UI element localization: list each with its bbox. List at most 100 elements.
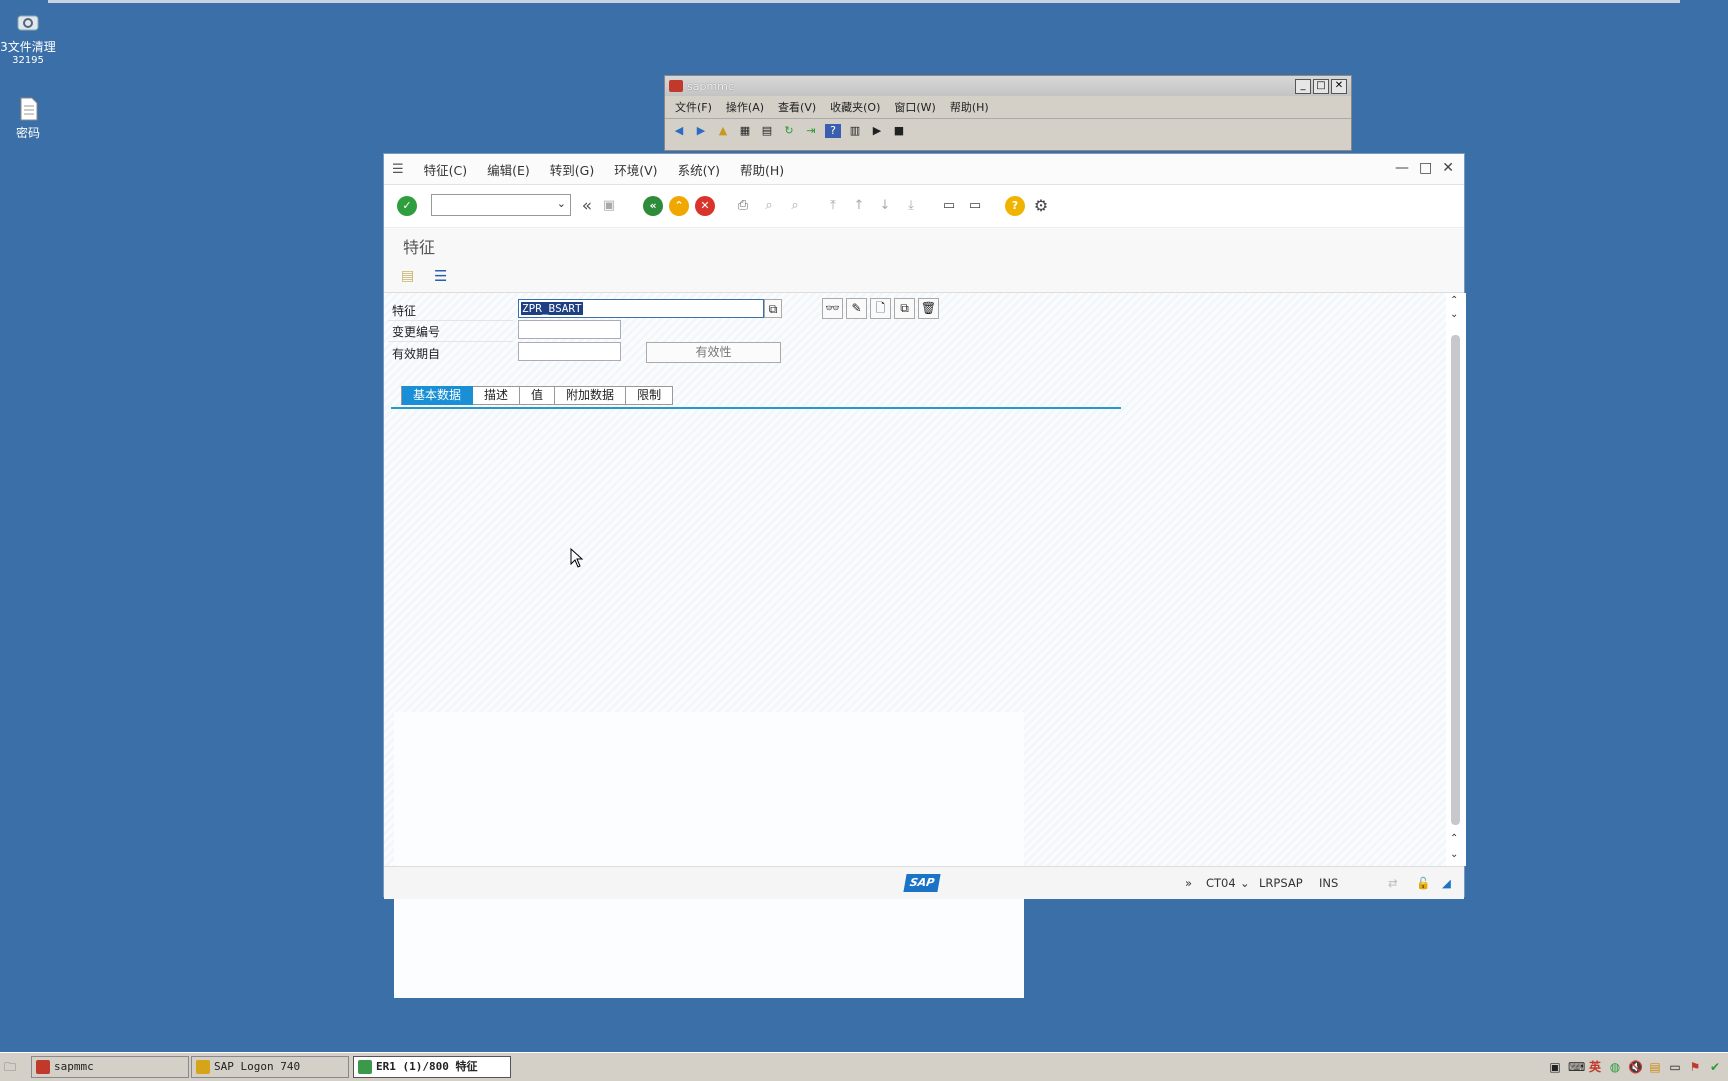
last-page-icon[interactable]: ⤓ [901,196,921,216]
sap-gui-window: ☰ 特征(C) 编辑(E) 转到(G) 环境(V) 系统(Y) 帮助(H) — … [383,153,1466,998]
cancel-icon[interactable]: ✕ [695,196,715,216]
close-icon[interactable]: ✕ [1331,78,1347,94]
menu-characteristic[interactable]: 特征(C) [424,160,467,179]
class-hierarchy-icon[interactable]: ☰ [434,267,447,285]
console-tree-icon[interactable]: ▦ [737,124,753,138]
find-next-icon[interactable]: ⌕ [785,196,805,216]
command-field[interactable]: ⌄ [431,194,571,216]
sap-session-icon [358,1060,372,1074]
status-expand[interactable]: » [1185,876,1192,890]
mmc-menu-help[interactable]: 帮助(H) [950,99,989,115]
scroll-down-icon[interactable]: ⌄ [1450,309,1458,320]
export-icon[interactable]: ⇥ [803,124,819,138]
forward-arrow-icon[interactable]: ▶ [693,124,709,138]
chevron-down-icon[interactable]: ⌄ [557,197,566,210]
create-document-icon[interactable]: 🗋 [870,298,891,319]
valid-from-input[interactable] [518,342,621,361]
back-icon[interactable]: « [643,196,663,216]
shortcut-icon[interactable]: ▭ [965,196,985,216]
desktop-icon-password[interactable]: 密码 [0,96,56,141]
print-icon[interactable]: ⎙ [733,196,753,216]
characteristic-input[interactable]: ZPR_BSART [518,299,764,318]
status-tcode[interactable]: CT04 [1206,876,1236,890]
taskbar-sapmmc[interactable]: sapmmc [31,1056,189,1078]
scrollbar-thumb[interactable] [1451,335,1460,825]
menu-goto[interactable]: 转到(G) [550,160,594,179]
value-help-icon[interactable]: ⧉ [764,299,782,318]
update-icon[interactable]: ▤ [1648,1060,1662,1074]
tab-values[interactable]: 值 [520,386,556,405]
vertical-scrollbar[interactable]: ⌃ ⌄ ⌃ ⌄ [1446,293,1466,866]
menu-environment[interactable]: 环境(V) [614,160,657,179]
next-page-icon[interactable]: ↓ [875,196,895,216]
desktop-icon-label: 密码 [15,126,40,140]
mmc-menu-file[interactable]: 文件(F) [675,99,712,115]
menu-toggle-icon[interactable]: ☰ [392,162,404,177]
change-number-input[interactable] [518,320,621,339]
back-arrow-icon[interactable]: ◀ [671,124,687,138]
security-icon[interactable]: ◍ [1608,1060,1622,1074]
mmc-menu-favorites[interactable]: 收藏夹(O) [830,99,880,115]
edit-pencil-icon[interactable]: ✎ [846,298,867,319]
help-book-icon[interactable]: ? [825,124,841,138]
delete-trash-icon[interactable]: 🗑 [918,298,939,319]
menu-edit[interactable]: 编辑(E) [487,160,530,179]
tab-restrictions[interactable]: 限制 [626,386,674,405]
maximize-icon[interactable]: □ [1419,160,1432,176]
chevron-down-icon[interactable]: ⌄ [1240,876,1250,890]
scroll-up-icon[interactable]: ⌃ [1450,833,1458,844]
up-folder-icon[interactable]: ▲ [715,124,731,138]
gear-icon[interactable]: ⚙ [1031,196,1051,216]
sapmmc-titlebar[interactable]: sapmmc _ □ ✕ [665,76,1351,96]
close-icon[interactable]: ✕ [1442,160,1454,176]
application-toolbar: ▤ ☰ [384,260,1464,293]
copy-icon[interactable]: ⧉ [894,298,915,319]
mmc-menu-action[interactable]: 操作(A) [726,99,764,115]
row-divider [388,341,513,342]
taskbar-sap-logon[interactable]: SAP Logon 740 [191,1056,349,1078]
sapmmc-menubar: 文件(F) 操作(A) 查看(V) 收藏夹(O) 窗口(W) 帮助(H) [665,96,1351,119]
status-insert-mode[interactable]: INS [1319,876,1338,890]
keyboard-icon[interactable]: ⌨ [1568,1060,1585,1074]
collapse-command-icon[interactable]: « [577,196,597,216]
taskbar-sap-session[interactable]: ER1 (1)/800 特征 [353,1056,511,1078]
display-icon[interactable]: ▭ [1668,1060,1682,1074]
checkmark-icon[interactable]: ✔ [1708,1060,1722,1074]
enter-check-icon[interactable]: ✓ [397,196,417,216]
mmc-menu-view[interactable]: 查看(V) [778,99,816,115]
stop-icon[interactable]: ■ [891,124,907,138]
volume-muted-icon[interactable]: 🔇 [1628,1060,1643,1074]
find-icon[interactable]: ⌕ [759,196,779,216]
save-icon[interactable]: ▣ [599,196,619,216]
resize-grip-icon[interactable]: ◢ [1442,876,1451,890]
exit-icon[interactable]: ⌃ [669,196,689,216]
properties-icon[interactable]: ▤ [759,124,775,138]
play-icon[interactable]: ▶ [869,124,885,138]
previous-page-icon[interactable]: ↑ [849,196,869,216]
view-icon[interactable]: ▥ [847,124,863,138]
desktop-icon-cleanup[interactable]: 3文件清理 32195 [0,10,56,66]
refresh-icon[interactable]: ↻ [781,124,797,138]
minimize-icon[interactable]: _ [1295,78,1311,94]
minimize-icon[interactable]: — [1395,160,1409,176]
network-icon[interactable]: ▣ [1548,1060,1562,1074]
start-folder-icon[interactable]: 🗀 [4,1058,20,1074]
validity-button[interactable]: 有效性 [646,342,781,363]
flag-icon[interactable]: ⚑ [1688,1060,1702,1074]
tab-additional-data[interactable]: 附加数据 [555,386,627,405]
other-object-icon[interactable]: ▤ [401,268,414,284]
scroll-up-icon[interactable]: ⌃ [1450,295,1458,306]
ime-icon[interactable]: 英 [1588,1060,1602,1074]
lock-icon[interactable]: 🔓 [1416,876,1430,890]
help-icon[interactable]: ? [1005,196,1025,216]
mmc-menu-window[interactable]: 窗口(W) [894,99,935,115]
display-glasses-icon[interactable]: 👓 [822,298,843,319]
first-page-icon[interactable]: ⤒ [823,196,843,216]
maximize-icon[interactable]: □ [1313,78,1329,94]
tab-basic-data[interactable]: 基本数据 [401,386,474,405]
menu-system[interactable]: 系统(Y) [678,160,720,179]
tab-description[interactable]: 描述 [473,386,521,405]
scroll-down-icon[interactable]: ⌄ [1450,849,1458,860]
new-session-icon[interactable]: ▭ [939,196,959,216]
menu-help[interactable]: 帮助(H) [740,160,784,179]
